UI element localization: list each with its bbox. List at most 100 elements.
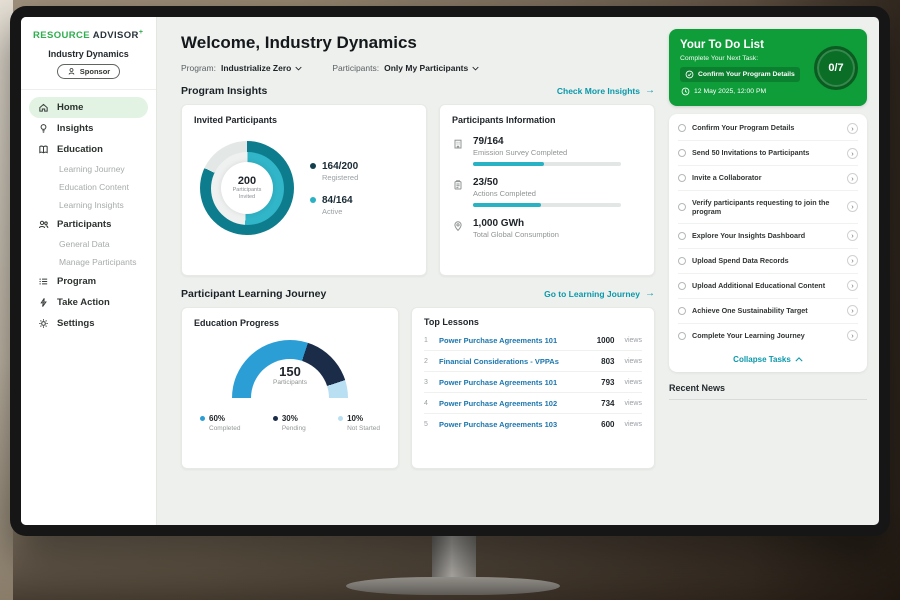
sidebar-item-education-content[interactable]: Education Content bbox=[29, 178, 148, 196]
legend-item-registered: 164/200 Registered bbox=[310, 161, 358, 182]
go-to-learning-journey-link[interactable]: Go to Learning Journey → bbox=[544, 289, 655, 299]
monitor-stand-neck bbox=[432, 536, 476, 580]
registered-value: 164/200 bbox=[322, 161, 358, 172]
task-checkbox[interactable] bbox=[678, 307, 686, 315]
sidebar-item-take-action[interactable]: Take Action bbox=[29, 292, 148, 313]
lesson-views: 793 bbox=[601, 378, 614, 387]
lesson-views: 803 bbox=[601, 357, 614, 366]
chevron-down-icon bbox=[295, 66, 302, 71]
program-filter-dropdown[interactable]: Program: Industrialize Zero bbox=[181, 63, 302, 73]
gauge-center-label: Participants bbox=[232, 379, 348, 386]
lesson-link[interactable]: Financial Considerations - VPPAs bbox=[439, 357, 594, 366]
education-progress-legend: 60% Completed 30% Pending 10% Not Starte… bbox=[194, 414, 386, 432]
sidebar-item-settings[interactable]: Settings bbox=[29, 313, 148, 334]
sidebar-item-label: Home bbox=[57, 102, 83, 113]
top-lessons-card: Top Lessons 1 Power Purchase Agreements … bbox=[411, 307, 655, 469]
sidebar-item-learning-insights[interactable]: Learning Insights bbox=[29, 196, 148, 214]
collapse-tasks-link[interactable]: Collapse Tasks bbox=[678, 348, 858, 372]
task-checkbox[interactable] bbox=[678, 282, 686, 290]
gauge-center-value: 150 bbox=[232, 364, 348, 379]
sidebar-item-program[interactable]: Program bbox=[29, 271, 148, 292]
chevron-right-icon[interactable]: › bbox=[847, 330, 858, 341]
sidebar-item-participants[interactable]: Participants bbox=[29, 214, 148, 235]
sidebar-item-general-data[interactable]: General Data bbox=[29, 235, 148, 253]
legend-item-active: 84/164 Active bbox=[310, 195, 358, 216]
task-row[interactable]: Complete Your Learning Journey › bbox=[678, 324, 858, 348]
task-label: Explore Your Insights Dashboard bbox=[692, 231, 841, 240]
task-row[interactable]: Send 50 Invitations to Participants › bbox=[678, 141, 858, 166]
learning-journey-section-header: Participant Learning Journey Go to Learn… bbox=[181, 288, 655, 300]
next-task-datetime: 12 May 2025, 12:00 PM bbox=[694, 88, 766, 95]
participants-information-card: Participants Information 79/164 Emission… bbox=[439, 104, 655, 276]
sidebar-item-learning-journey[interactable]: Learning Journey bbox=[29, 160, 148, 178]
lesson-views-suffix: views bbox=[624, 421, 642, 428]
task-label: Upload Additional Educational Content bbox=[692, 281, 841, 290]
chevron-right-icon[interactable]: › bbox=[847, 173, 858, 184]
sidebar-item-education[interactable]: Education bbox=[29, 139, 148, 160]
learning-journey-title: Participant Learning Journey bbox=[181, 288, 326, 300]
home-icon bbox=[38, 102, 49, 113]
active-legend-dot bbox=[310, 197, 316, 203]
chevron-right-icon[interactable]: › bbox=[847, 305, 858, 316]
chevron-right-icon[interactable]: › bbox=[847, 123, 858, 134]
lesson-link[interactable]: Power Purchase Agreements 101 bbox=[439, 336, 590, 345]
lesson-row: 4 Power Purchase Agreements 102 734 view… bbox=[424, 393, 642, 414]
program-filter-value: Industrialize Zero bbox=[221, 63, 291, 73]
education-progress-gauge-chart: 150 Participants bbox=[232, 340, 348, 398]
program-insights-title: Program Insights bbox=[181, 85, 267, 97]
sidebar-item-label: Insights bbox=[57, 123, 93, 134]
sidebar-item-manage-participants[interactable]: Manage Participants bbox=[29, 253, 148, 271]
actions-completed-label: Actions Completed bbox=[473, 189, 621, 198]
gear-icon bbox=[38, 318, 49, 329]
task-row[interactable]: Upload Spend Data Records › bbox=[678, 249, 858, 274]
task-row[interactable]: Upload Additional Educational Content › bbox=[678, 274, 858, 299]
task-checkbox[interactable] bbox=[678, 232, 686, 240]
task-checkbox[interactable] bbox=[678, 257, 686, 265]
lesson-link[interactable]: Power Purchase Agreements 103 bbox=[439, 420, 594, 429]
todo-tasks-card: Confirm Your Program Details › Send 50 I… bbox=[669, 114, 867, 372]
lesson-row: 5 Power Purchase Agreements 103 600 view… bbox=[424, 414, 642, 434]
task-checkbox[interactable] bbox=[678, 332, 686, 340]
chevron-right-icon[interactable]: › bbox=[847, 148, 858, 159]
gauge-center: 150 Participants bbox=[232, 364, 348, 386]
task-row[interactable]: Verify participants requesting to join t… bbox=[678, 191, 858, 224]
todo-progress-ring: 0/7 bbox=[814, 46, 858, 90]
sponsor-badge-label: Sponsor bbox=[80, 67, 110, 76]
lesson-link[interactable]: Power Purchase Agreements 102 bbox=[439, 399, 594, 408]
active-label: Active bbox=[322, 207, 353, 216]
sidebar-item-home[interactable]: Home bbox=[29, 97, 148, 118]
emission-survey-progress-fill bbox=[473, 162, 544, 166]
todo-progress-value: 0/7 bbox=[828, 62, 843, 74]
participants-filter-dropdown[interactable]: Participants: Only My Participants bbox=[332, 63, 479, 73]
check-more-insights-link[interactable]: Check More Insights → bbox=[557, 86, 655, 96]
chevron-right-icon[interactable]: › bbox=[847, 280, 858, 291]
task-label: Confirm Your Program Details bbox=[692, 123, 841, 132]
lightbulb-icon bbox=[38, 123, 49, 134]
check-circle-icon bbox=[685, 70, 694, 79]
lesson-rank: 2 bbox=[424, 358, 432, 365]
people-icon bbox=[38, 219, 49, 230]
lesson-row: 2 Financial Considerations - VPPAs 803 v… bbox=[424, 351, 642, 372]
task-row[interactable]: Invite a Collaborator › bbox=[678, 166, 858, 191]
task-label: Upload Spend Data Records bbox=[692, 256, 841, 265]
task-row[interactable]: Confirm Your Program Details › bbox=[678, 116, 858, 141]
sidebar-item-insights[interactable]: Insights bbox=[29, 118, 148, 139]
lesson-views: 600 bbox=[601, 420, 614, 429]
legend-item-pending: 30% Pending bbox=[273, 414, 306, 432]
actions-completed-value: 23/50 bbox=[473, 177, 621, 188]
task-row[interactable]: Achieve One Sustainability Target › bbox=[678, 299, 858, 324]
lesson-link[interactable]: Power Purchase Agreements 101 bbox=[439, 378, 594, 387]
task-checkbox[interactable] bbox=[678, 203, 686, 211]
chevron-right-icon[interactable]: › bbox=[847, 201, 858, 212]
chevron-right-icon[interactable]: › bbox=[847, 230, 858, 241]
chevron-right-icon[interactable]: › bbox=[847, 255, 858, 266]
sponsor-badge[interactable]: Sponsor bbox=[57, 64, 120, 79]
task-checkbox[interactable] bbox=[678, 174, 686, 182]
chevron-down-icon bbox=[472, 66, 479, 71]
registered-legend-dot bbox=[310, 163, 316, 169]
task-row[interactable]: Explore Your Insights Dashboard › bbox=[678, 224, 858, 249]
invited-participants-card: Invited Participants 200 Participants In… bbox=[181, 104, 427, 276]
task-checkbox[interactable] bbox=[678, 149, 686, 157]
lesson-views: 734 bbox=[601, 399, 614, 408]
task-checkbox[interactable] bbox=[678, 124, 686, 132]
